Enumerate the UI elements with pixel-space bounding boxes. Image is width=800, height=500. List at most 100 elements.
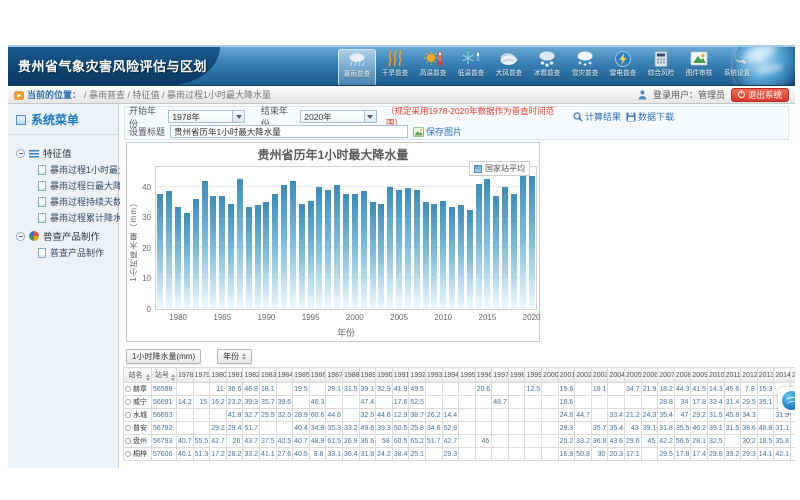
high-temp-icon xyxy=(422,49,444,69)
value-cell-1986: 60.6 xyxy=(309,409,326,422)
toolbar-item-low-temp[interactable]: 低温普查 xyxy=(452,49,490,86)
value-cell-2007: 18.2 xyxy=(658,383,675,396)
value-cell-1984: 32.5 xyxy=(276,409,293,422)
toolbar-item-snow[interactable]: 雪灾普查 xyxy=(566,49,604,86)
value-cell-2011 xyxy=(724,435,741,448)
value-cell-1992: 49.5 xyxy=(409,383,426,396)
sidebar-item[interactable]: 暴雨过程日最大降水量 xyxy=(38,179,114,192)
sidebar-item[interactable]: 普查产品制作 xyxy=(38,246,114,259)
row-radio-button[interactable] xyxy=(125,425,131,431)
value-cell-1989: 49.6 xyxy=(359,422,376,435)
value-cell-1980 xyxy=(210,409,227,422)
floating-widget-button[interactable] xyxy=(778,387,795,413)
title-setting-row: 设置标题 保存图片 xyxy=(129,124,784,139)
station-name-cell: 普安 xyxy=(124,422,152,435)
value-cell-2006: 24.3 xyxy=(641,409,658,422)
toolbar-item-rainstorm[interactable]: 暴雨普查 xyxy=(338,49,376,86)
toolbar-item-high-temp[interactable]: 高温普查 xyxy=(414,49,452,86)
toolbar-item-hail[interactable]: 冰雹普查 xyxy=(528,49,566,86)
sidebar-group-1[interactable]: 普查产品制作 xyxy=(16,229,114,243)
chart-title-input[interactable] xyxy=(170,125,408,138)
bar-2019 xyxy=(520,173,526,309)
row-radio-button[interactable] xyxy=(125,438,131,444)
value-cell-2011: 45.8 xyxy=(724,409,741,422)
pivot-column-chip[interactable]: 年份 xyxy=(217,349,252,364)
chevron-down-icon xyxy=(232,111,244,122)
value-cell-1990: 24.2 xyxy=(376,448,393,461)
value-cell-2002 xyxy=(575,422,592,435)
column-header-station-name[interactable]: 站名 xyxy=(124,368,152,383)
value-cell-2002: 44.7 xyxy=(575,409,592,422)
value-cell-1981: 36.6 xyxy=(226,383,243,396)
value-cell-2002: 33.2 xyxy=(575,435,592,448)
value-cell-2003: 36.8 xyxy=(591,435,608,448)
toolbar-item-wind[interactable]: 大风普查 xyxy=(490,49,528,86)
value-cell-2003 xyxy=(591,409,608,422)
row-radio-button[interactable] xyxy=(125,386,131,392)
value-cell-1995 xyxy=(459,383,476,396)
toolbar-item-lightning[interactable]: 雷电普查 xyxy=(604,49,642,86)
tree-toggle-icon[interactable] xyxy=(16,149,25,158)
value-cell-1999 xyxy=(525,396,542,409)
value-cell-2005: 29.6 xyxy=(625,435,642,448)
value-cell-2011: 31.5 xyxy=(724,422,741,435)
value-cell-1996 xyxy=(475,396,492,409)
toolbar-item-drought[interactable]: 干旱普查 xyxy=(376,49,414,86)
value-cell-1978 xyxy=(177,409,194,422)
value-cell-1983: 18.1 xyxy=(259,383,276,396)
value-cell-1993 xyxy=(425,383,442,396)
download-button[interactable]: 数据下载 xyxy=(626,110,674,123)
breadcrumb-path[interactable]: / 暴雨普查 / 特征值 / 暴雨过程1小时最大降水量 xyxy=(84,88,271,101)
sidebar-item[interactable]: 暴雨过程1小时最大降水量 xyxy=(38,163,114,176)
x-tick-label: 2010 xyxy=(434,313,452,322)
year-range-row: 开始年份 1978年 结束年份 2020年 （规定采用1978-2020年数据作… xyxy=(129,109,784,124)
value-cell-1985: 19.5 xyxy=(293,383,310,396)
save-image-label: 保存图片 xyxy=(426,125,462,138)
toolbar-item-map-review[interactable]: 图件审核 xyxy=(680,49,718,86)
column-header-year-2005: 2005 xyxy=(625,368,642,383)
row-radio-button[interactable] xyxy=(125,399,131,405)
value-cell-2005 xyxy=(625,396,642,409)
save-image-button[interactable]: 保存图片 xyxy=(413,125,462,138)
column-header-year-1984: 1984 xyxy=(276,368,293,383)
value-cell-1992: 25.8 xyxy=(409,422,426,435)
row-radio-button[interactable] xyxy=(125,451,131,457)
sidebar-item[interactable]: 暴雨过程累计降水量 xyxy=(38,211,114,224)
calculate-button[interactable]: 计算结果 xyxy=(573,110,621,123)
sidebar-group-0[interactable]: 特征值 xyxy=(16,146,114,160)
composite-risk-icon xyxy=(650,49,672,69)
bar-2009 xyxy=(431,204,437,309)
station-id-cell: 56792 xyxy=(152,422,177,435)
x-axis-ticks: 198019851990199520002005201020152020 xyxy=(155,313,537,323)
value-cell-1989: 31.8 xyxy=(359,448,376,461)
value-cell-1991: 12.9 xyxy=(392,409,409,422)
sidebar-header: 系统菜单 xyxy=(8,104,118,135)
logout-button[interactable]: 退出系统 xyxy=(731,88,789,102)
table-row-56793: 盘州5679340.755.542.72643.737.540.540.748.… xyxy=(124,435,796,448)
chart-title-label: 设置标题 xyxy=(129,125,165,138)
value-cell-1986: 34.9 xyxy=(309,422,326,435)
column-header-year-1981: 1981 xyxy=(226,368,243,383)
start-year-select[interactable]: 1978年 xyxy=(168,110,245,123)
column-header-station-id[interactable]: 站号 xyxy=(152,368,177,383)
bar-1993 xyxy=(290,181,296,309)
value-cell-2003: 35.7 xyxy=(591,422,608,435)
value-cell-1993: 26.2 xyxy=(425,409,442,422)
toolbar-item-label: 冰雹普查 xyxy=(534,69,561,78)
page-icon xyxy=(38,181,46,191)
pivot-measure-chip[interactable]: 1小时降水量(mm) xyxy=(126,349,201,364)
row-radio-button[interactable] xyxy=(125,412,131,418)
hail-icon xyxy=(536,49,558,69)
value-cell-2013 xyxy=(757,409,774,422)
value-cell-1988 xyxy=(342,409,359,422)
toolbar-item-settings[interactable]: 系统设置 xyxy=(718,49,756,86)
tree-toggle-icon[interactable] xyxy=(16,232,25,241)
sidebar-item[interactable]: 暴雨过程持续天数 xyxy=(38,195,114,208)
bar-1998 xyxy=(334,185,340,309)
end-year-select[interactable]: 2020年 xyxy=(300,110,377,123)
value-cell-2006: 21.9 xyxy=(641,383,658,396)
value-cell-2010: 33.4 xyxy=(708,396,725,409)
toolbar-item-composite-risk[interactable]: 综合风险 xyxy=(642,49,680,86)
column-header-year-1998: 1998 xyxy=(508,368,525,383)
legend-label: 国家站平均 xyxy=(485,163,525,174)
